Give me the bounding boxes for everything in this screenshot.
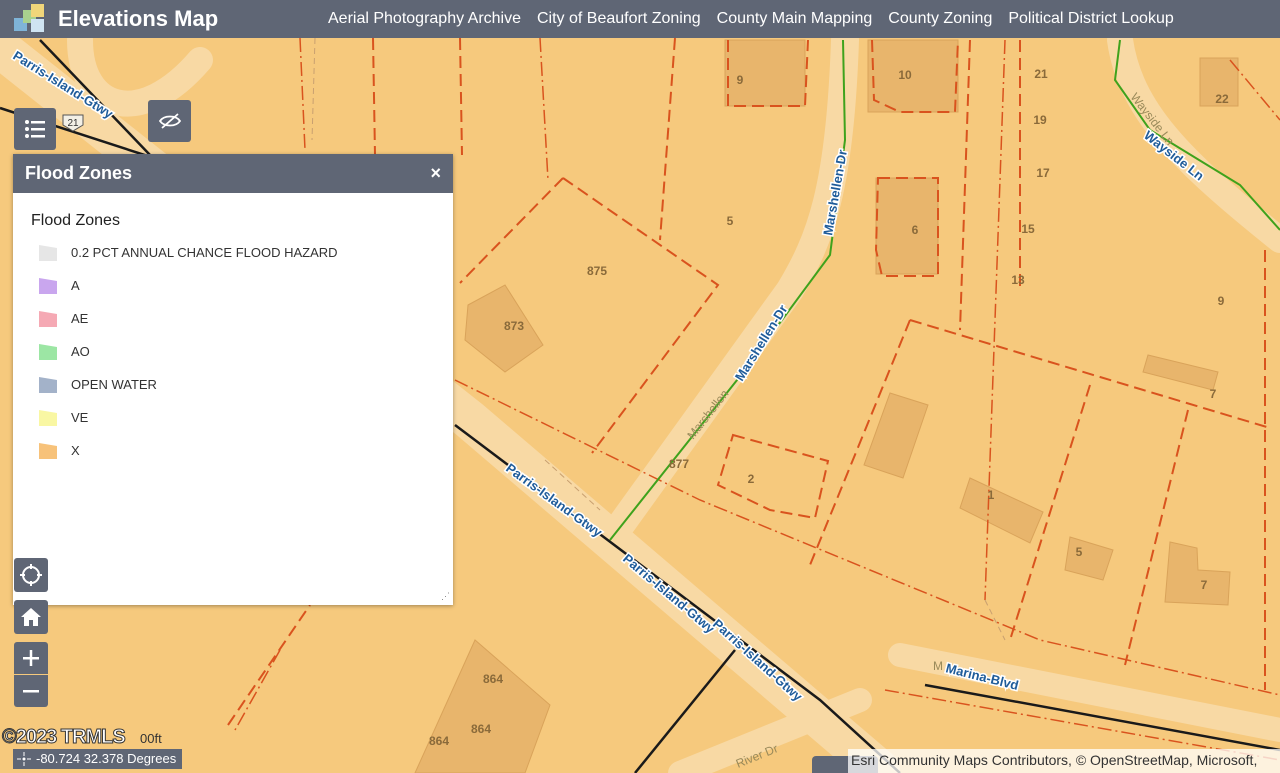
coordinate-text: -80.724 32.378 Degrees [36, 751, 177, 766]
legend-label: AE [71, 311, 89, 326]
legend-label: VE [71, 410, 89, 425]
resize-handle-icon[interactable]: ⋰ [441, 591, 450, 602]
parcel-label: 5 [1076, 545, 1083, 559]
parcel-label: 19 [1033, 113, 1047, 127]
building [867, 39, 959, 113]
parcel-label: 9 [1218, 294, 1225, 308]
scale-bar-label: 00ft [140, 731, 162, 746]
legend-swatch-icon [37, 276, 59, 296]
map-attribution[interactable]: Esri Community Maps Contributors, © Open… [848, 749, 1280, 773]
zoom-out-icon [23, 690, 39, 693]
parcel-label: 864 [429, 734, 449, 748]
nav-city-of-beaufort-zoning[interactable]: City of Beaufort Zoning [537, 10, 701, 28]
app-title: Elevations Map [58, 6, 219, 31]
parcel-label: 2 [748, 472, 755, 486]
legend-item: AO [37, 335, 453, 368]
zoom-in-button[interactable] [14, 642, 48, 674]
legend-label: X [71, 443, 80, 458]
flood-zones-panel: Flood Zones × Flood Zones 0.2 PCT ANNUAL… [13, 154, 453, 605]
legend-swatch-icon [37, 243, 59, 263]
building [875, 177, 939, 275]
legend-label: OPEN WATER [71, 377, 157, 392]
layer-list-button[interactable] [14, 108, 56, 150]
header-nav: Aerial Photography Archive City of Beauf… [320, 0, 1182, 38]
parcel-label: 7 [1201, 578, 1208, 592]
home-icon [21, 608, 41, 626]
parcel-label: 873 [504, 319, 524, 333]
locate-icon [20, 564, 42, 586]
legend-item: AE [37, 302, 453, 335]
nav-county-zoning[interactable]: County Zoning [888, 10, 992, 28]
route-shield-label: 21 [67, 118, 79, 129]
street-label-marina-faint: M [933, 659, 943, 673]
panel-header: Flood Zones × [13, 154, 453, 193]
legend-swatch-icon [37, 408, 59, 428]
parcel-label: 6 [912, 223, 919, 237]
parcel-label: 15 [1021, 222, 1035, 236]
legend-label: A [71, 278, 80, 293]
close-icon[interactable]: × [430, 163, 441, 184]
home-button[interactable] [14, 600, 48, 634]
zoom-out-button[interactable] [14, 675, 48, 707]
legend-list: 0.2 PCT ANNUAL CHANCE FLOOD HAZARD A AE … [13, 236, 453, 467]
legend-label: AO [71, 344, 90, 359]
legend-item: 0.2 PCT ANNUAL CHANCE FLOOD HAZARD [37, 236, 453, 269]
visibility-toggle-icon [158, 113, 181, 129]
nav-political-district-lookup[interactable]: Political District Lookup [1008, 10, 1173, 28]
parcel-label: 13 [1011, 273, 1025, 287]
parcel-label: 7 [1210, 387, 1217, 401]
app-header: Elevations Map Aerial Photography Archiv… [0, 0, 1280, 38]
parcel-label: 864 [471, 722, 491, 736]
legend-swatch-icon [37, 342, 59, 362]
app-logo-icon [14, 4, 44, 34]
panel-title: Flood Zones [25, 163, 132, 183]
watermark-text: ©2023 TRMLS [2, 726, 127, 749]
parcel-label: 21 [1034, 67, 1048, 81]
coordinate-readout: -80.724 32.378 Degrees [13, 749, 183, 769]
layer-list-icon [25, 120, 45, 138]
parcel-label: 1 [988, 488, 995, 502]
legend-item: X [37, 434, 453, 467]
parcel-label: 9 [737, 73, 744, 87]
legend-item: OPEN WATER [37, 368, 453, 401]
parcel-label: 5 [727, 214, 734, 228]
parcel-label: 10 [898, 68, 912, 82]
parcel-label: 875 [587, 264, 607, 278]
visibility-toggle-button[interactable] [148, 100, 191, 142]
legend-item: VE [37, 401, 453, 434]
parcel-label: 864 [483, 672, 503, 686]
zoom-in-icon [23, 650, 39, 666]
legend-layer-title: Flood Zones [31, 212, 120, 229]
parcel-label: 22 [1215, 92, 1229, 106]
crosshair-icon[interactable] [17, 752, 31, 766]
parcel-label: 17 [1036, 166, 1050, 180]
legend-label: 0.2 PCT ANNUAL CHANCE FLOOD HAZARD [71, 245, 338, 260]
parcel-label: 877 [669, 457, 689, 471]
legend-swatch-icon [37, 309, 59, 329]
nav-aerial-photography-archive[interactable]: Aerial Photography Archive [328, 10, 521, 28]
legend-swatch-icon [37, 441, 59, 461]
nav-county-main-mapping[interactable]: County Main Mapping [717, 10, 873, 28]
legend-item: A [37, 269, 453, 302]
locate-button[interactable] [14, 558, 48, 592]
legend-swatch-icon [37, 375, 59, 395]
